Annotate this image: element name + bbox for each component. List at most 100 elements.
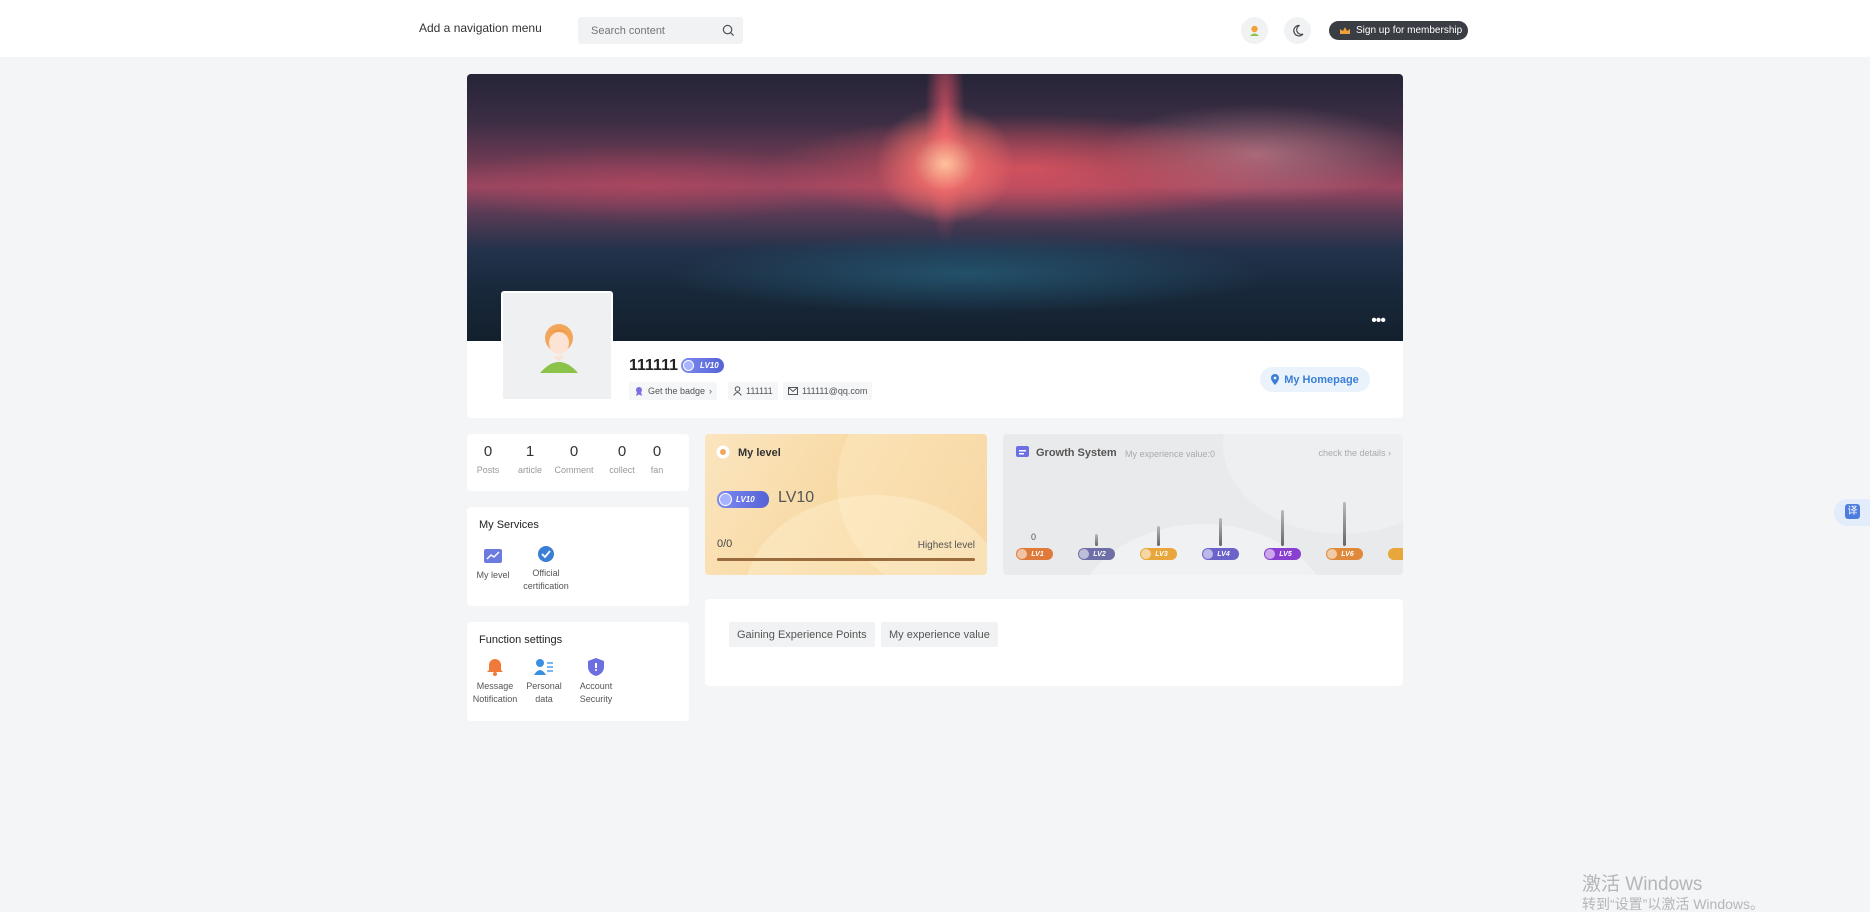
growth-level-pill: LV4 bbox=[1202, 548, 1239, 560]
growth-experience: My experience value:0 bbox=[1125, 449, 1216, 459]
stat-posts[interactable]: 0 Posts bbox=[471, 443, 505, 475]
stat-comment[interactable]: 0 Comment bbox=[554, 443, 594, 475]
stat-fan[interactable]: 0 fan bbox=[640, 443, 674, 475]
growth-level-label: LV5 bbox=[1279, 550, 1292, 558]
growth-current-value: 0 bbox=[1031, 532, 1037, 542]
search-icon[interactable] bbox=[722, 24, 735, 37]
tab-gaining-experience-points[interactable]: Gaining Experience Points bbox=[729, 622, 875, 647]
stat-label: article bbox=[517, 465, 542, 475]
my-services-title: My Services bbox=[479, 519, 539, 531]
location-pin-icon bbox=[1271, 374, 1280, 385]
my-level-badge: LV10 bbox=[717, 491, 769, 508]
level-status: Highest level bbox=[917, 540, 975, 551]
service-my-level[interactable]: My level bbox=[473, 549, 513, 582]
search-input[interactable] bbox=[578, 17, 708, 44]
user-icon bbox=[733, 386, 742, 396]
avatar-illustration bbox=[540, 324, 578, 373]
growth-level-label: LV2 bbox=[1093, 550, 1106, 558]
add-navigation-menu-link[interactable]: Add a navigation menu bbox=[419, 21, 542, 35]
stat-label: Comment bbox=[554, 465, 594, 475]
translate-icon: 译 bbox=[1845, 504, 1860, 519]
setting-message-notification[interactable]: Message Notification bbox=[470, 658, 520, 706]
badge-icon bbox=[636, 387, 642, 396]
level-text: LV10 bbox=[778, 489, 815, 506]
email: 111111@qq.com bbox=[802, 386, 868, 396]
growth-chart-icon bbox=[1016, 446, 1029, 457]
membership-button-label: Sign up for membership bbox=[1356, 25, 1463, 36]
verified-badge-icon bbox=[538, 546, 554, 562]
dark-mode-icon[interactable] bbox=[1284, 17, 1311, 44]
check-details-link[interactable]: check the details › bbox=[1318, 448, 1391, 458]
growth-level-label: LV3 bbox=[1155, 550, 1168, 558]
check-details-label: check the details bbox=[1318, 448, 1386, 458]
crown-icon bbox=[1340, 26, 1350, 34]
bell-icon bbox=[487, 659, 503, 676]
my-services-panel: My Services My level Official certificat… bbox=[467, 507, 689, 606]
service-official-certification[interactable]: Official certification bbox=[523, 545, 569, 593]
service-label: Official certification bbox=[523, 568, 569, 591]
mail-icon bbox=[788, 387, 798, 395]
stat-article[interactable]: 1 article bbox=[513, 443, 547, 475]
windows-activation-watermark: 激活 Windows bbox=[1582, 874, 1703, 895]
membership-button[interactable]: Sign up for membership bbox=[1329, 21, 1468, 40]
growth-level-pill: LV1 bbox=[1016, 548, 1053, 560]
stat-label: Posts bbox=[476, 465, 500, 475]
top-bar: Add a navigation menu Sign up for member… bbox=[0, 0, 1870, 57]
level-gem-icon bbox=[1265, 549, 1275, 559]
tab-my-experience-value[interactable]: My experience value bbox=[881, 622, 998, 647]
growth-level-bar bbox=[1219, 518, 1222, 546]
function-settings-panel: Function settings Message Notification P… bbox=[467, 622, 689, 721]
level-gem-icon bbox=[683, 360, 694, 371]
level-gem-icon bbox=[1327, 549, 1337, 559]
stat-label: fan bbox=[650, 465, 664, 475]
stat-value: 0 bbox=[617, 443, 627, 460]
avatar[interactable] bbox=[501, 291, 613, 401]
personal-data-icon bbox=[534, 659, 553, 675]
get-badge-label: Get the badge bbox=[648, 386, 706, 396]
growth-level-pill: LV5 bbox=[1264, 548, 1301, 560]
growth-level-label: LV1 bbox=[1031, 550, 1044, 558]
setting-personal-data[interactable]: Personal data bbox=[523, 658, 565, 706]
stat-label: collect bbox=[609, 465, 635, 475]
stat-value: 1 bbox=[525, 443, 535, 460]
my-level-card[interactable]: My level LV10 LV10 0/0 Highest level bbox=[705, 434, 987, 575]
level-chart-icon bbox=[484, 549, 502, 563]
setting-label: Message Notification bbox=[472, 681, 518, 704]
get-badge-link[interactable]: Get the badge › bbox=[629, 382, 718, 400]
windows-activation-hint: 转到“设置”以激活 Windows。 bbox=[1582, 896, 1765, 912]
stats-panel: 0 Posts 1 article 0 Comment 0 collect 0 fan bbox=[467, 434, 689, 491]
growth-level-pill: LV3 bbox=[1140, 548, 1177, 560]
email-chip: 111111@qq.com bbox=[783, 382, 873, 400]
translate-button[interactable]: 译 bbox=[1834, 499, 1870, 526]
level-gem-icon bbox=[1141, 549, 1151, 559]
level-gem-icon bbox=[719, 493, 732, 506]
growth-level-label: LV4 bbox=[1217, 550, 1230, 558]
more-options-icon[interactable]: ••• bbox=[1371, 313, 1386, 329]
growth-level-pill: LV2 bbox=[1078, 548, 1115, 560]
level-progress-fill bbox=[717, 558, 975, 561]
growth-level-bar bbox=[1095, 534, 1098, 546]
progress-text: 0/0 bbox=[717, 538, 733, 550]
my-level-title: My level bbox=[738, 447, 781, 459]
stat-value: 0 bbox=[652, 443, 662, 460]
level-gem-icon bbox=[1203, 549, 1213, 559]
stat-value: 0 bbox=[569, 443, 579, 460]
level-icon bbox=[716, 445, 730, 459]
growth-level-pill-partial bbox=[1388, 548, 1403, 560]
growth-level-pill: LV6 bbox=[1326, 548, 1363, 560]
search-box[interactable] bbox=[578, 17, 743, 44]
growth-level-label: LV6 bbox=[1341, 550, 1354, 558]
growth-level-bar bbox=[1157, 526, 1160, 546]
my-homepage-label: My Homepage bbox=[1284, 373, 1359, 386]
growth-title: Growth System bbox=[1036, 447, 1117, 459]
setting-account-security[interactable]: Account Security bbox=[574, 658, 618, 706]
growth-level-bar bbox=[1343, 502, 1346, 546]
my-level-badge-label: LV10 bbox=[736, 495, 755, 504]
chevron-right-icon: › bbox=[709, 386, 713, 396]
setting-label: Account Security bbox=[579, 681, 613, 704]
function-settings-title: Function settings bbox=[479, 634, 563, 646]
user-avatar-icon[interactable] bbox=[1241, 17, 1268, 44]
stat-collect[interactable]: 0 collect bbox=[605, 443, 639, 475]
my-homepage-button[interactable]: My Homepage bbox=[1260, 367, 1370, 392]
setting-label: Personal data bbox=[526, 681, 562, 704]
